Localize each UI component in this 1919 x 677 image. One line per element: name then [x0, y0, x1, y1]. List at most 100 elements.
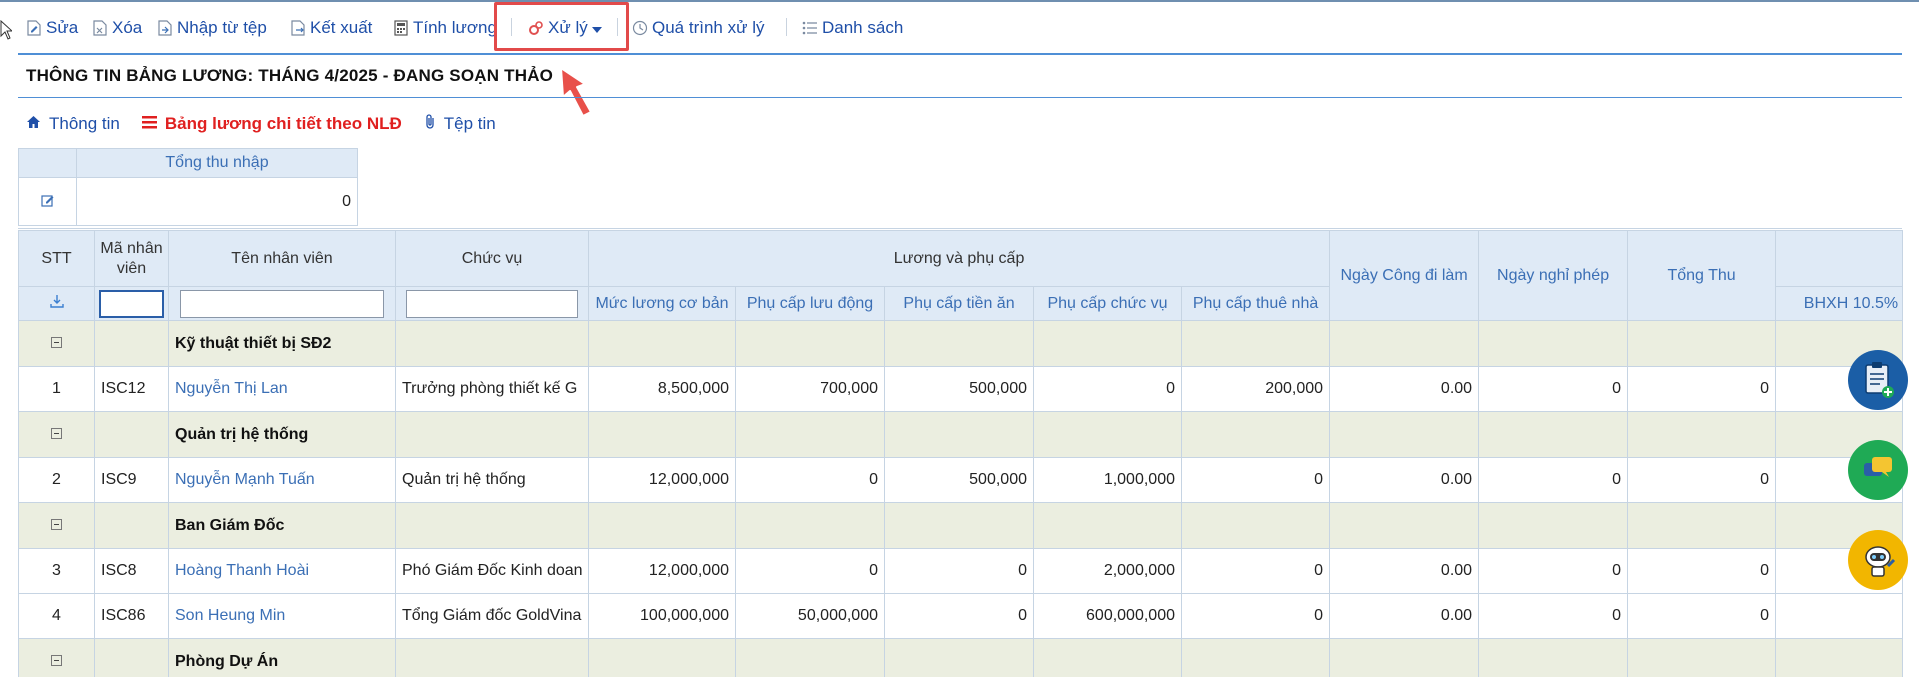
cell-position: Tổng Giám đốc GoldVina [395, 593, 589, 639]
collapse-minus-icon [51, 427, 62, 439]
collapse-toggle[interactable] [18, 320, 95, 367]
table-row[interactable]: 1 ISC12 Nguyễn Thị Lan Trưởng phòng thiế… [18, 366, 1904, 412]
paperclip-icon [424, 114, 436, 134]
bars-icon [141, 115, 157, 133]
cell-position: Phó Giám Đốc Kinh doan [395, 548, 589, 594]
employee-name-link[interactable]: Son Heung Min [168, 593, 396, 639]
cell-leave-days: 0 [1478, 457, 1629, 503]
cell-workdays: 0.00 [1329, 548, 1480, 594]
table-row[interactable]: 3 ISC8 Hoàng Thanh Hoài Phó Giám Đốc Kin… [18, 548, 1904, 594]
tab-files-label: Tệp tin [443, 114, 496, 133]
list-button[interactable]: Danh sách [802, 16, 903, 40]
collapse-toggle[interactable] [18, 502, 95, 549]
col-leave-days-header[interactable]: Ngày nghỉ phép [1478, 230, 1629, 321]
summary-header: Tổng thu nhập [77, 149, 357, 178]
filter-position-input[interactable] [405, 289, 579, 318]
collapse-toggle[interactable] [18, 411, 95, 458]
col-position-header[interactable]: Chức vụ [395, 230, 589, 287]
cell-travel-allowance: 700,000 [735, 366, 885, 412]
page-title: THÔNG TIN BẢNG LƯƠNG: THÁNG 4/2025 - ĐAN… [26, 66, 554, 85]
delete-button[interactable]: Xóa [92, 16, 142, 40]
import-file-button[interactable]: Nhập từ tệp [157, 16, 267, 40]
col-meal-allowance-header[interactable]: Phụ cấp tiền ăn [884, 286, 1034, 321]
employee-name-link[interactable]: Nguyễn Thị Lan [168, 366, 396, 412]
tab-files[interactable]: Tệp tin [424, 114, 496, 134]
red-arrow-pointer-icon [560, 67, 592, 117]
home-icon [26, 115, 41, 133]
filter-employee-code-input[interactable] [99, 289, 164, 318]
table-row[interactable]: 2 ISC9 Nguyễn Mạnh Tuấn Quản trị hệ thốn… [18, 457, 1904, 503]
title-divider [18, 97, 1902, 98]
collapse-minus-icon [51, 518, 62, 530]
export-icon [290, 19, 306, 37]
collapse-minus-icon [51, 336, 62, 348]
cell-position: Quản trị hệ thống [395, 457, 589, 503]
cell-housing-allowance: 0 [1180, 593, 1331, 639]
group-row: Kỹ thuật thiết bị SĐ2 [18, 320, 1904, 367]
col-workdays-header[interactable]: Ngày Công đi làm [1329, 230, 1480, 321]
cell-base-salary: 12,000,000 [588, 457, 736, 503]
cell-total-income: 0 [1627, 548, 1777, 594]
col-travel-allowance-header[interactable]: Phụ cấp lưu động [735, 286, 885, 321]
cell-meal-allowance: 0 [884, 593, 1034, 639]
list-label: Danh sách [822, 18, 904, 37]
col-employee-code-label: Mã nhân viên [100, 239, 163, 277]
col-total-income-header[interactable]: Tổng Thu [1627, 230, 1777, 321]
col-base-salary-header[interactable]: Mức lương cơ bản [588, 286, 736, 321]
cell-stt: 2 [18, 457, 95, 503]
support-robot-button[interactable] [1848, 530, 1908, 590]
toolbar: Sửa Xóa Nhập từ tệp Kết xuất Tính lương … [0, 0, 1919, 56]
process-history-label: Quá trình xử lý [652, 18, 765, 37]
cell-workdays: 0.00 [1329, 457, 1480, 503]
highlight-annotation-box [494, 2, 629, 51]
col-housing-allowance-header[interactable]: Phụ cấp thuê nhà [1180, 286, 1331, 321]
cell-stt: 4 [18, 593, 95, 639]
edit-summary-button[interactable] [19, 178, 77, 225]
employee-name-link[interactable]: Hoàng Thanh Hoài [168, 548, 396, 594]
calculate-salary-button[interactable]: Tính lương [393, 16, 497, 40]
chat-button[interactable] [1848, 440, 1908, 500]
tab-bar: Thông tin Bảng lương chi tiết theo NLĐ T… [26, 112, 518, 136]
table-row[interactable]: 4 ISC86 Son Heung Min Tổng Giám đốc Gold… [18, 593, 1904, 639]
filter-employee-name-input[interactable] [180, 289, 384, 318]
cell-travel-allowance: 0 [735, 457, 885, 503]
cell-position-allowance: 1,000,000 [1033, 457, 1182, 503]
col-employee-name-header[interactable]: Tên nhân viên [168, 230, 396, 287]
cell-leave-days: 0 [1478, 366, 1629, 412]
group-name: Kỹ thuật thiết bị SĐ2 [168, 320, 396, 367]
delete-label: Xóa [112, 18, 143, 37]
cell-base-salary: 12,000,000 [588, 548, 736, 594]
col-employee-code-header[interactable]: Mã nhân viên [94, 230, 169, 287]
cell-base-salary: 100,000,000 [588, 593, 736, 639]
cell-housing-allowance: 0 [1180, 548, 1331, 594]
process-history-button[interactable]: Quá trình xử lý [632, 16, 764, 40]
summary-corner [19, 149, 77, 178]
cell-employee-code: ISC12 [94, 366, 169, 412]
group-name: Ban Giám Đốc [168, 502, 396, 549]
filter-position-cell [395, 286, 589, 321]
cell-employee-code: ISC8 [94, 548, 169, 594]
cell-position-allowance: 0 [1033, 366, 1182, 412]
header-row: STT Mã nhân viên Tên nhân viên Chức vụ L… [18, 230, 1904, 321]
collapse-toggle[interactable] [18, 638, 95, 677]
add-document-button[interactable] [1848, 350, 1908, 410]
edit-button[interactable]: Sửa [26, 16, 78, 40]
export-button[interactable]: Kết xuất [290, 16, 372, 40]
chat-icon [1864, 457, 1892, 477]
edit-label: Sửa [46, 18, 79, 37]
tab-salary-detail[interactable]: Bảng lương chi tiết theo NLĐ [141, 114, 402, 134]
calculate-label: Tính lương [413, 18, 497, 37]
cell-travel-allowance: 0 [735, 548, 885, 594]
cell-stt: 1 [18, 366, 95, 412]
group-name: Phòng Dự Án [168, 638, 396, 677]
employee-name-link[interactable]: Nguyễn Mạnh Tuấn [168, 457, 396, 503]
cell-meal-allowance: 500,000 [884, 366, 1034, 412]
income-summary-box: Tổng thu nhập 0 [18, 148, 358, 226]
toolbar-divider [18, 53, 1902, 55]
col-stt-header[interactable]: STT [18, 230, 95, 287]
tab-info-label: Thông tin [49, 114, 120, 133]
col-position-allowance-header[interactable]: Phụ cấp chức vụ [1033, 286, 1182, 321]
tab-info[interactable]: Thông tin [26, 114, 120, 134]
download-cell[interactable] [18, 286, 95, 321]
col-insurance-header[interactable]: BHXH 10.5% [1775, 286, 1904, 321]
